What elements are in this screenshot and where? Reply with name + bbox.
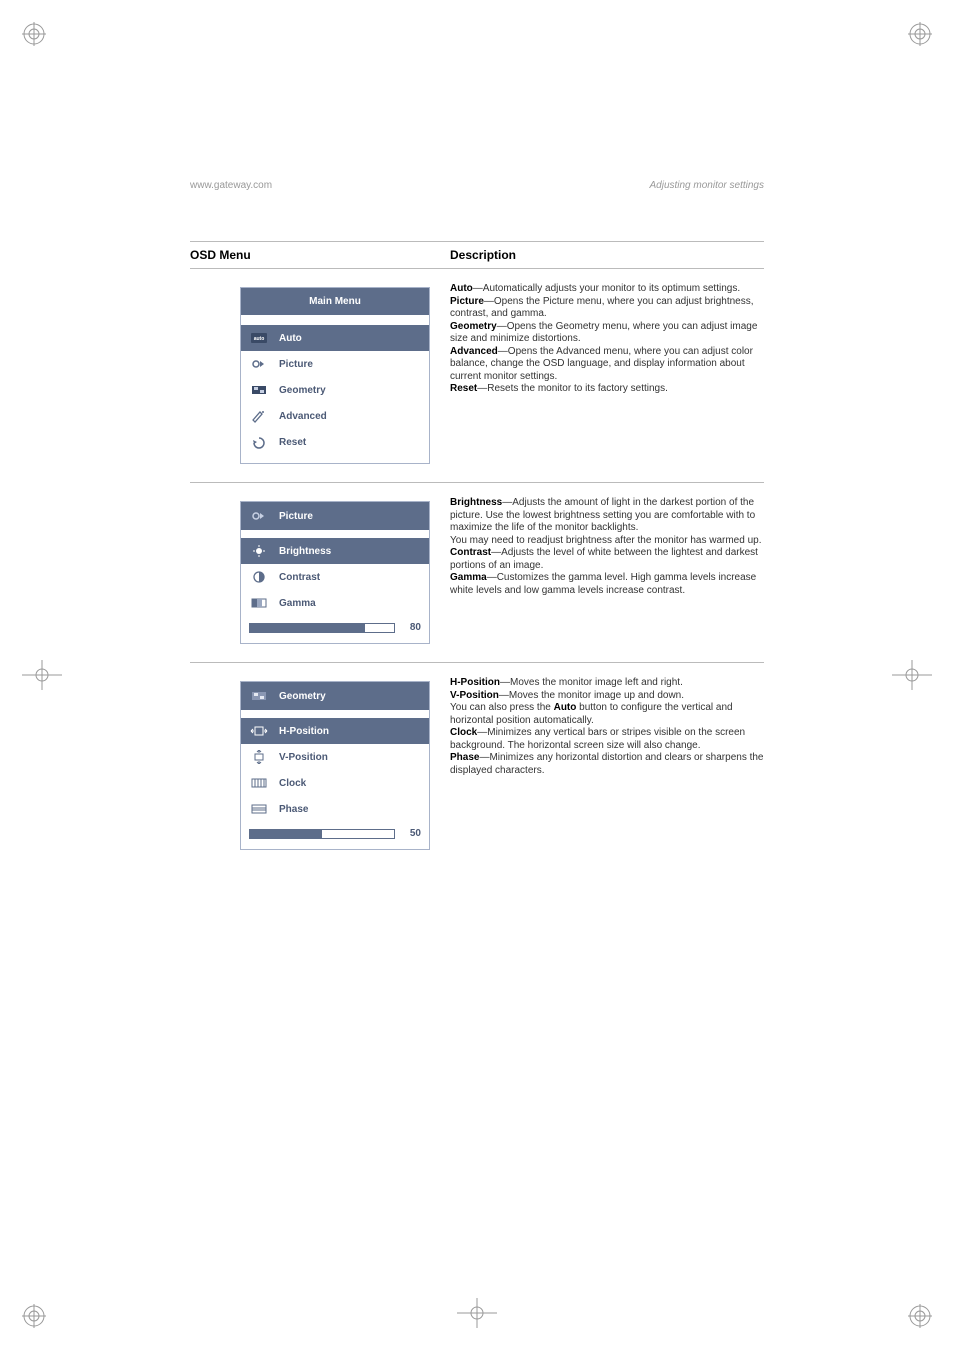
picture-description: Brightness—Adjusts the amount of light i… (450, 497, 764, 597)
osd-item-reset: Reset (241, 429, 429, 455)
osd-item-hposition: H-Position (241, 718, 429, 744)
divider (190, 241, 764, 242)
osd-item-clock: Clock (241, 770, 429, 796)
slider-value: 50 (401, 828, 421, 839)
header-section: Adjusting monitor settings (649, 180, 764, 191)
osd-item-label: Contrast (279, 572, 320, 583)
divider (190, 662, 764, 663)
svg-text:auto: auto (254, 336, 265, 342)
geometry-icon (249, 688, 269, 704)
osd-item-label: Phase (279, 804, 308, 815)
osd-slider: 50 (241, 822, 429, 849)
auto-icon: auto (249, 330, 269, 346)
osd-title: Geometry (241, 682, 429, 710)
osd-item-label: H-Position (279, 726, 329, 737)
picture-icon (249, 508, 269, 524)
osd-item-gamma: Gamma (241, 590, 429, 616)
vpos-icon (249, 749, 269, 765)
osd-item-label: Clock (279, 778, 306, 789)
osd-item-label: Brightness (279, 546, 331, 557)
registration-mark-icon (908, 1304, 932, 1328)
osd-item-geometry: Geometry (241, 377, 429, 403)
osd-geometry-menu: Geometry H-Position V-Position Clock (240, 681, 430, 850)
osd-slider: 80 (241, 616, 429, 643)
brightness-icon (249, 543, 269, 559)
osd-item-label: Auto (279, 333, 302, 344)
osd-item-auto: auto Auto (241, 325, 429, 351)
osd-item-label: Advanced (279, 411, 327, 422)
divider (190, 482, 764, 483)
phase-icon (249, 801, 269, 817)
osd-item-phase: Phase (241, 796, 429, 822)
osd-item-brightness: Brightness (241, 538, 429, 564)
crop-mark-icon (457, 1298, 497, 1328)
crop-mark-icon (22, 660, 62, 690)
clock-icon (249, 775, 269, 791)
osd-item-label: Picture (279, 359, 313, 370)
osd-item-label: Gamma (279, 598, 316, 609)
registration-mark-icon (22, 1304, 46, 1328)
picture-icon (249, 356, 269, 372)
osd-main-menu: Main Menu auto Auto Picture Geometry Adv… (240, 287, 430, 464)
osd-title: Picture (241, 502, 429, 530)
geometry-icon (249, 382, 269, 398)
osd-item-advanced: Advanced (241, 403, 429, 429)
hpos-icon (249, 723, 269, 739)
osd-item-contrast: Contrast (241, 564, 429, 590)
osd-title: Main Menu (241, 288, 429, 315)
osd-item-vposition: V-Position (241, 744, 429, 770)
main-menu-description: Auto—Automatically adjusts your monitor … (450, 283, 764, 396)
gamma-icon (249, 595, 269, 611)
advanced-icon (249, 408, 269, 424)
osd-item-picture: Picture (241, 351, 429, 377)
contrast-icon (249, 569, 269, 585)
slider-fill (250, 830, 322, 838)
crop-mark-icon (892, 660, 932, 690)
divider (190, 268, 764, 269)
osd-item-label: Geometry (279, 385, 326, 396)
registration-mark-icon (22, 22, 46, 46)
geometry-description: H-Position—Moves the monitor image left … (450, 677, 764, 777)
column-header-description: Description (450, 248, 764, 262)
slider-fill (250, 624, 365, 632)
registration-mark-icon (908, 22, 932, 46)
osd-item-label: V-Position (279, 752, 328, 763)
column-header-osd: OSD Menu (190, 248, 450, 262)
reset-icon (249, 434, 269, 450)
osd-picture-menu: Picture Brightness Contrast Gamma 8 (240, 501, 430, 644)
slider-value: 80 (401, 622, 421, 633)
header-url: www.gateway.com (190, 180, 272, 191)
osd-item-label: Reset (279, 437, 306, 448)
